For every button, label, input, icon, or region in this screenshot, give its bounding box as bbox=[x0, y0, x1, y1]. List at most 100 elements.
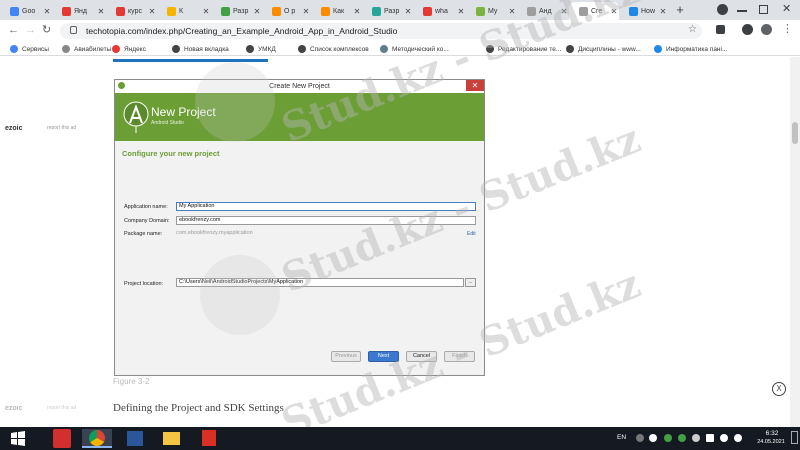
folder-icon bbox=[167, 6, 176, 16]
profile-icon[interactable] bbox=[717, 4, 728, 15]
tab-close-icon[interactable]: ✕ bbox=[352, 7, 362, 16]
configure-heading: Configure your new project bbox=[122, 149, 220, 158]
minimize-icon[interactable] bbox=[737, 10, 747, 12]
browser-tab[interactable]: Goo ✕ bbox=[0, 2, 52, 20]
android-icon bbox=[372, 6, 381, 16]
tab-close-icon[interactable]: ✕ bbox=[403, 7, 413, 16]
maximize-icon[interactable] bbox=[759, 5, 768, 14]
tab-close-icon[interactable]: ✕ bbox=[147, 7, 157, 16]
bookmark-favicon-icon bbox=[654, 45, 662, 53]
scrollbar[interactable] bbox=[790, 57, 800, 427]
bookmark-label: Новая вкладка bbox=[184, 45, 229, 53]
browser-tab[interactable]: Разр ✕ bbox=[211, 2, 262, 20]
ezoic-logo[interactable]: ezoic bbox=[5, 405, 23, 412]
tab-close-icon[interactable]: ✕ bbox=[252, 7, 262, 16]
company-domain-label: Company Domain: bbox=[124, 218, 170, 224]
browser-tab[interactable]: курс ✕ bbox=[106, 2, 157, 20]
bookmark-favicon-icon bbox=[298, 45, 306, 53]
tab-close-icon[interactable]: ✕ bbox=[96, 7, 106, 16]
bookmark-item[interactable]: УМКД bbox=[246, 43, 276, 55]
report-ad-link[interactable]: report this ad bbox=[47, 405, 76, 411]
bookmark-favicon-icon bbox=[172, 45, 180, 53]
site-icon bbox=[321, 6, 330, 16]
word-taskbar-icon[interactable] bbox=[120, 429, 150, 448]
bookmark-item[interactable]: Сервисы bbox=[10, 43, 49, 55]
tray-app-icon[interactable] bbox=[692, 434, 700, 442]
bookmark-label: Авиабилеты bbox=[74, 45, 112, 53]
explorer-taskbar-icon[interactable] bbox=[157, 429, 187, 448]
android-icon bbox=[476, 6, 485, 16]
tab-label: К bbox=[179, 7, 184, 15]
tray-app-icon[interactable] bbox=[678, 434, 686, 442]
yandex-icon bbox=[62, 6, 71, 16]
dialog-header-subtitle: Android Studio bbox=[151, 120, 184, 126]
tab-close-icon[interactable]: ✕ bbox=[42, 7, 52, 16]
window-close-icon[interactable]: ✕ bbox=[782, 2, 791, 15]
yandex-icon bbox=[423, 6, 432, 16]
bookmark-item[interactable]: Авиабилеты bbox=[62, 43, 111, 55]
tab-close-icon[interactable]: ✕ bbox=[301, 7, 311, 16]
clock-time[interactable]: 6:32 bbox=[757, 430, 787, 437]
bookmark-item[interactable]: Яндекс bbox=[112, 43, 146, 55]
browser-tab[interactable]: К ✕ bbox=[157, 2, 211, 20]
tray-app-icon[interactable] bbox=[664, 434, 672, 442]
lock-icon[interactable] bbox=[70, 26, 77, 34]
edit-package-link[interactable]: Edit bbox=[467, 231, 476, 237]
tab-label: Янд bbox=[74, 7, 88, 15]
tab-close-icon[interactable]: ✕ bbox=[201, 7, 211, 16]
forward-icon[interactable]: → bbox=[25, 23, 36, 37]
browser-tab[interactable]: Разр ✕ bbox=[362, 2, 413, 20]
bookmark-item[interactable]: Новая вкладка bbox=[172, 43, 229, 55]
chrome-taskbar-button[interactable] bbox=[82, 429, 112, 448]
back-icon[interactable]: ← bbox=[8, 23, 19, 37]
watermark-logo bbox=[200, 255, 280, 335]
tray-icon[interactable] bbox=[649, 434, 657, 442]
network-icon[interactable] bbox=[720, 434, 728, 442]
bookmark-label: Информатика пані... bbox=[666, 45, 728, 53]
bookmark-star-icon[interactable]: ☆ bbox=[688, 24, 697, 35]
tab-label: Как bbox=[333, 7, 345, 15]
tray-chevron-icon[interactable] bbox=[636, 434, 644, 442]
reload-icon[interactable]: ↻ bbox=[42, 23, 51, 37]
yandex-browser-taskbar-icon[interactable] bbox=[53, 429, 71, 448]
browse-button[interactable]: ... bbox=[465, 278, 476, 287]
clock-date[interactable]: 24.05.2021 bbox=[752, 439, 790, 445]
windows-start-icon[interactable] bbox=[0, 427, 36, 450]
url-text[interactable]: techotopia.com/index.php/Creating_an_Exa… bbox=[86, 25, 397, 37]
tab-close-icon[interactable]: ✕ bbox=[456, 7, 466, 16]
notifications-icon[interactable] bbox=[791, 431, 798, 444]
pdf-reader-taskbar-icon[interactable] bbox=[194, 429, 224, 448]
section-heading: Defining the Project and SDK Settings bbox=[113, 402, 284, 414]
bookmark-item[interactable]: Список комплексов bbox=[298, 43, 369, 55]
browser-tab[interactable]: wha ✕ bbox=[413, 2, 466, 20]
report-ad-link[interactable]: report this ad bbox=[47, 125, 76, 131]
browser-tab[interactable]: Янд ✕ bbox=[52, 2, 106, 20]
browser-tab[interactable]: Как ✕ bbox=[311, 2, 362, 20]
volume-icon[interactable] bbox=[734, 434, 742, 442]
battery-icon[interactable] bbox=[706, 434, 714, 442]
language-indicator[interactable]: EN bbox=[617, 434, 626, 441]
ezoic-logo[interactable]: ezoic bbox=[5, 125, 23, 132]
bookmark-favicon-icon bbox=[566, 45, 574, 53]
project-location-label: Project location: bbox=[124, 281, 164, 287]
tab-label: курс bbox=[128, 7, 142, 15]
tab-close-icon[interactable]: ✕ bbox=[658, 7, 668, 16]
new-tab-button[interactable]: + bbox=[672, 3, 688, 18]
extensions-icon[interactable] bbox=[716, 25, 725, 34]
scrollbar-thumb[interactable] bbox=[792, 122, 798, 144]
browser-tab[interactable]: О р ✕ bbox=[262, 2, 311, 20]
tab-label: Goo bbox=[22, 7, 36, 15]
bookmark-label: Дисциплины - www... bbox=[578, 45, 641, 53]
package-name-value: com.ebookfrenzy.myapplication bbox=[176, 230, 253, 236]
ad-close-button[interactable]: X bbox=[772, 382, 786, 396]
account-icon[interactable] bbox=[742, 24, 753, 35]
docs-icon bbox=[10, 6, 19, 16]
menu-dots-icon[interactable]: ⋮ bbox=[782, 22, 793, 35]
profile-avatar-icon[interactable] bbox=[761, 24, 772, 35]
bookmark-item[interactable]: Информатика пані... bbox=[654, 43, 727, 55]
yandex-icon bbox=[116, 6, 125, 16]
dialog-close-button[interactable]: ✕ bbox=[466, 80, 484, 91]
bookmark-item[interactable]: Дисциплины - www... bbox=[566, 43, 641, 55]
android-studio-logo-icon bbox=[123, 101, 149, 133]
previous-button[interactable]: Previous bbox=[331, 351, 361, 362]
